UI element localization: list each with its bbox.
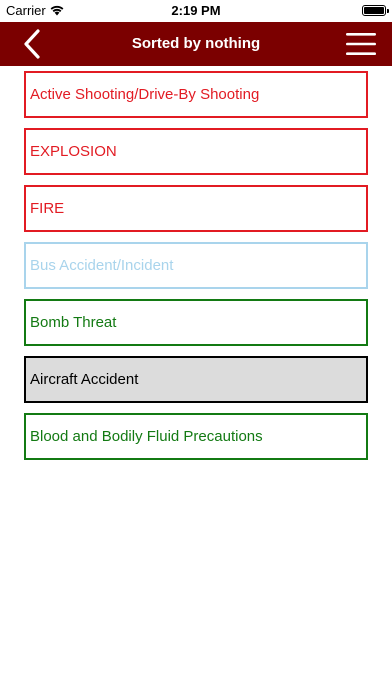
emergency-list: Active Shooting/Drive-By Shooting EXPLOS…: [24, 71, 368, 470]
navigation-bar: Sorted by nothing: [0, 22, 392, 66]
list-item-aircraft-accident[interactable]: Aircraft Accident: [24, 356, 368, 403]
hamburger-menu-icon: [346, 33, 376, 55]
list-item-label: EXPLOSION: [30, 143, 117, 160]
list-item-active-shooting[interactable]: Active Shooting/Drive-By Shooting: [24, 71, 368, 118]
list-item-fire[interactable]: FIRE: [24, 185, 368, 232]
status-time: 2:19 PM: [171, 3, 221, 18]
battery-fill: [364, 7, 384, 14]
list-item-label: Blood and Bodily Fluid Precautions: [30, 428, 263, 445]
list-item-label: Bomb Threat: [30, 314, 117, 331]
list-item-label: FIRE: [30, 200, 65, 217]
battery-icon: [362, 5, 389, 16]
status-bar: Carrier 2:19 PM: [0, 0, 392, 22]
back-button[interactable]: [16, 28, 48, 60]
list-item-label: Aircraft Accident: [30, 371, 139, 388]
list-item-bus-accident[interactable]: Bus Accident/Incident: [24, 242, 368, 289]
list-item-bomb-threat[interactable]: Bomb Threat: [24, 299, 368, 346]
list-item-explosion[interactable]: EXPLOSION: [24, 128, 368, 175]
list-item-label: Active Shooting/Drive-By Shooting: [30, 86, 260, 103]
page-title: Sorted by nothing: [131, 35, 261, 52]
chevron-left-icon: [24, 29, 40, 59]
list-item-blood-precautions[interactable]: Blood and Bodily Fluid Precautions: [24, 413, 368, 460]
menu-button[interactable]: [344, 29, 378, 59]
list-item-label: Bus Accident/Incident: [30, 257, 174, 274]
